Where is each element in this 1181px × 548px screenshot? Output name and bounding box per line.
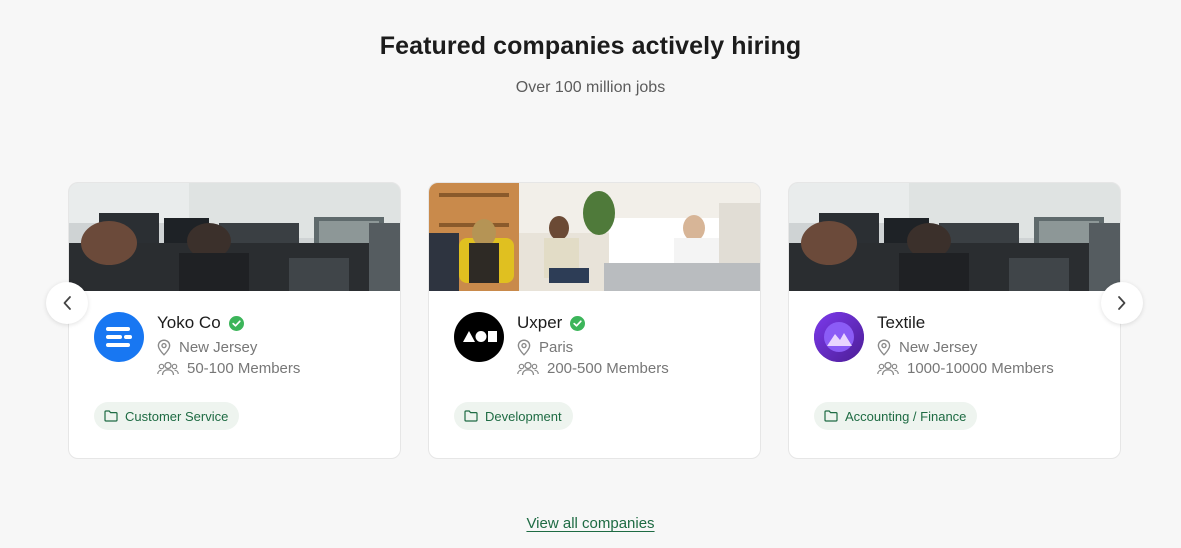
companies-carousel: Yoko Co New Jersey 50-100 Members Custom… [0, 182, 1181, 460]
company-members: 1000-10000 Members [877, 360, 1054, 377]
company-cover-photo [789, 183, 1120, 291]
chevron-left-icon [63, 296, 71, 310]
folder-icon [104, 410, 118, 422]
company-members: 200-500 Members [517, 360, 669, 377]
company-card-uxper[interactable]: Uxper Paris 200-500 Members Development [428, 182, 761, 459]
users-icon [157, 361, 179, 376]
verified-badge-icon [570, 315, 586, 331]
users-icon [517, 361, 539, 376]
section-subtitle: Over 100 million jobs [515, 79, 666, 96]
view-all-companies-link[interactable]: View all companies [526, 515, 654, 532]
section-title: Featured companies actively hiring [379, 32, 802, 60]
carousel-prev-button[interactable] [46, 282, 88, 324]
location-pin-icon [877, 339, 891, 356]
company-logo-uxper [454, 312, 504, 362]
category-tag[interactable]: Development [454, 402, 573, 430]
company-cover-photo [429, 183, 760, 291]
chevron-right-icon [1118, 296, 1126, 310]
carousel-next-button[interactable] [1101, 282, 1143, 324]
location-pin-icon [517, 339, 531, 356]
company-members: 50-100 Members [157, 360, 300, 377]
company-logo-yoko-co [94, 312, 144, 362]
company-location: New Jersey [877, 339, 977, 356]
category-tag[interactable]: Accounting / Finance [814, 402, 978, 430]
company-card-textile[interactable]: Textile New Jersey 1000-10000 Members Ac… [788, 182, 1121, 459]
category-tag[interactable]: Customer Service [94, 402, 240, 430]
folder-icon [464, 410, 478, 422]
users-icon [877, 361, 899, 376]
company-cover-photo [69, 183, 400, 291]
company-name[interactable]: Yoko Co [157, 313, 221, 333]
company-name[interactable]: Uxper [517, 313, 562, 333]
company-location: New Jersey [157, 339, 257, 356]
location-pin-icon [157, 339, 171, 356]
company-card-yoko-co[interactable]: Yoko Co New Jersey 50-100 Members Custom… [68, 182, 401, 459]
company-name[interactable]: Textile [877, 313, 925, 333]
folder-icon [824, 410, 838, 422]
company-location: Paris [517, 339, 573, 356]
company-logo-textile [814, 312, 864, 362]
verified-badge-icon [228, 315, 244, 331]
